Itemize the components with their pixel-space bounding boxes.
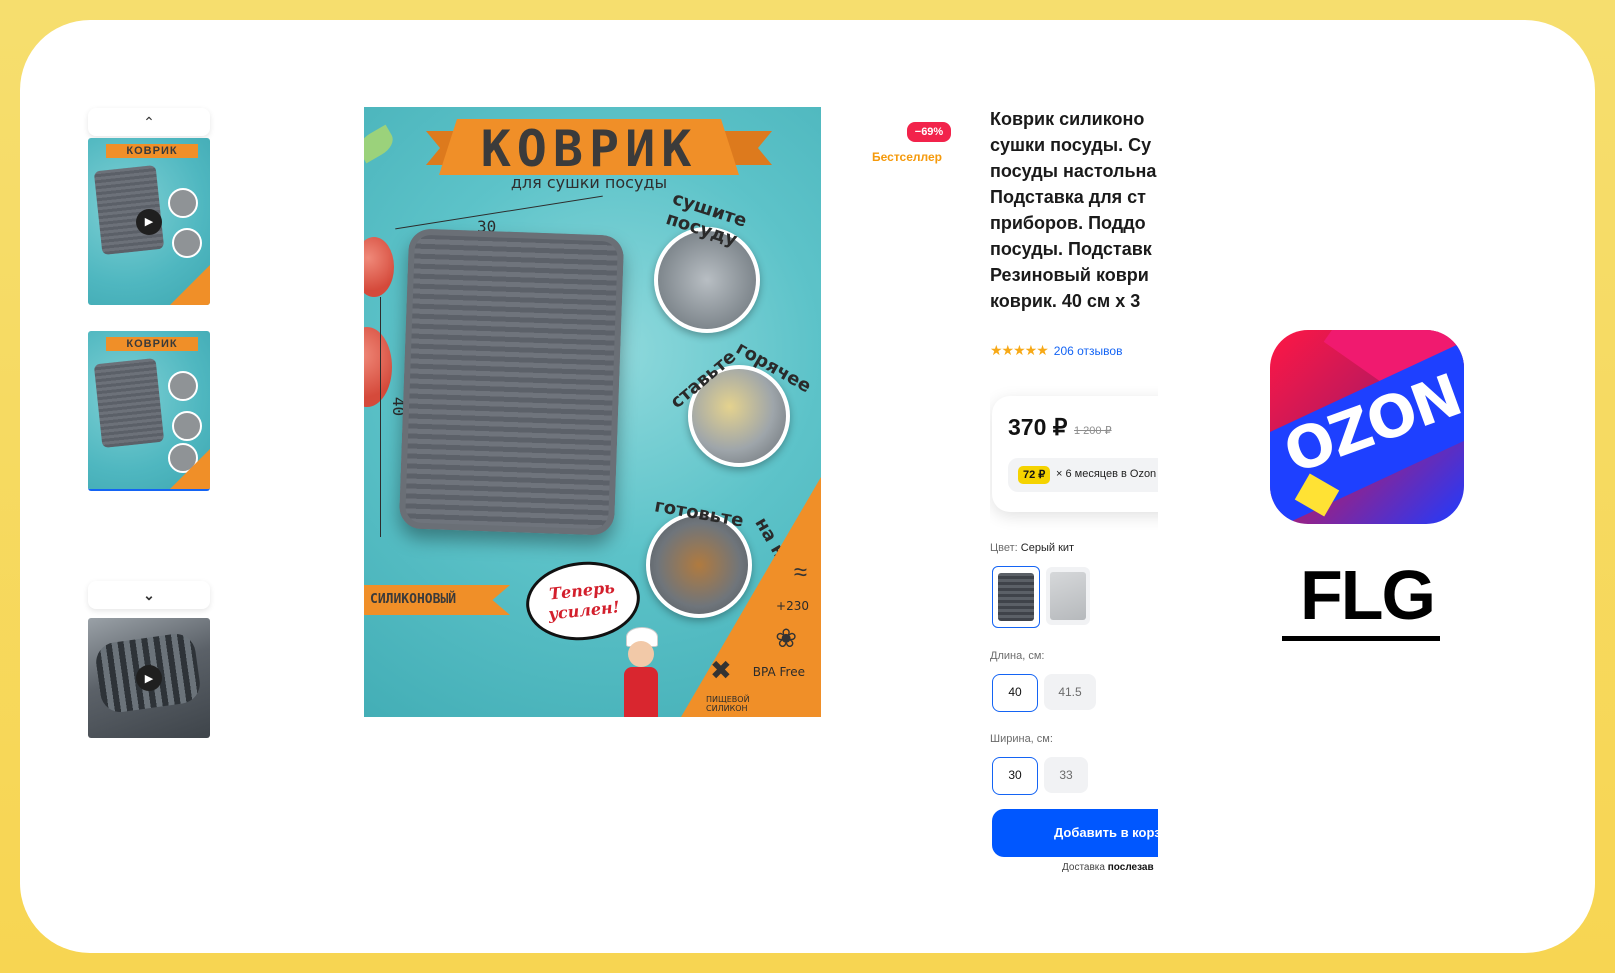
color-value: Серый кит xyxy=(1020,542,1075,554)
gallery-down-button[interactable]: ⌄ xyxy=(88,581,210,609)
chevron-up-icon: ⌃ xyxy=(143,113,155,130)
star-rating-icon: ★★★★★ xyxy=(990,342,1049,358)
color-label: Цвет: Серый кит xyxy=(990,542,1075,554)
food-silicone-label: ПИЩЕВОЙ СИЛИКОН xyxy=(706,695,750,713)
poster-title: КОВРИК xyxy=(480,120,698,178)
title-line: посуды. Подставк xyxy=(990,239,1152,259)
color-swatch-grey[interactable] xyxy=(992,566,1040,628)
current-price: 370 ₽ xyxy=(1008,414,1068,440)
silicone-mat xyxy=(398,228,625,536)
gallery-up-button[interactable]: ⌃ xyxy=(88,108,210,136)
price-card: 370 ₽ 1 200 ₽ 72 ₽ × 6 месяцев в Ozon xyxy=(992,396,1158,512)
food-safe-icon: ✖ xyxy=(710,655,732,685)
installment-amount: 72 ₽ xyxy=(1018,466,1051,484)
ozon-logo: OZON xyxy=(1270,330,1464,524)
temp-label: +230 xyxy=(776,599,809,613)
width-option-33[interactable]: 33 xyxy=(1044,757,1088,793)
product-title: Коврик силиконо сушки посуды. Су посуды … xyxy=(990,106,1158,314)
play-icon: ▶ xyxy=(136,665,162,691)
length-option-41-5[interactable]: 41.5 xyxy=(1044,674,1096,710)
poster-subtitle: для сушки посуды xyxy=(510,173,668,192)
chevron-down-icon: ⌄ xyxy=(143,586,155,603)
old-price: 1 200 ₽ xyxy=(1074,425,1112,437)
flg-watermark: FLG xyxy=(1300,556,1436,634)
title-line: посуды настольна xyxy=(990,161,1157,181)
length-label: Длина, см: xyxy=(990,650,1045,662)
length-option-40[interactable]: 40 xyxy=(992,674,1038,712)
flg-underline xyxy=(1282,636,1440,641)
thumbnail-video-3[interactable]: ▶ xyxy=(88,618,210,738)
leaf-icon: ❀ xyxy=(775,623,797,653)
title-line: Подставка для ст xyxy=(990,187,1146,207)
product-panel: Коврик силиконо сушки посуды. Су посуды … xyxy=(990,100,1158,880)
thumb-ribbon: КОВРИК xyxy=(106,337,198,351)
title-line: Коврик силиконо xyxy=(990,109,1145,129)
rating-row[interactable]: ★★★★★ 206 отзывов xyxy=(990,342,1122,359)
width-label: Ширина, см: xyxy=(990,733,1053,745)
screenshot-card: ⌃ КОВРИК ▶ КОВРИК ⌄ ▶ КОВРИК для сушки п… xyxy=(20,20,1595,953)
delivery-date: послезав xyxy=(1107,862,1154,873)
play-icon: ▶ xyxy=(136,208,162,235)
color-swatch-light[interactable] xyxy=(1046,567,1090,625)
discount-badge: −69% xyxy=(907,122,951,142)
delivery-info: Доставка послезав xyxy=(1062,862,1154,873)
title-line: коврик. 40 см х 3 xyxy=(990,291,1141,311)
thumb-ribbon: КОВРИК xyxy=(106,144,198,158)
bestseller-badge: Бестселлер xyxy=(872,150,942,164)
installment-text: × 6 месяцев в Ozon xyxy=(1056,468,1157,480)
add-to-cart-button[interactable]: Добавить в корз xyxy=(992,809,1158,857)
silicone-tag: СИЛИКОНОВЫЙ xyxy=(364,585,510,615)
thumbnail-image-2[interactable]: КОВРИК xyxy=(88,331,210,491)
installment-row[interactable]: 72 ₽ × 6 месяцев в Ozon xyxy=(1008,458,1158,492)
reviews-link[interactable]: 206 отзывов xyxy=(1054,344,1123,358)
chef-illustration xyxy=(618,627,664,717)
bpa-label: BPA Free xyxy=(752,665,805,679)
thumbnail-video-1[interactable]: КОВРИК ▶ xyxy=(88,138,210,305)
title-line: Резиновый коври xyxy=(990,265,1149,285)
title-line: приборов. Поддо xyxy=(990,213,1146,233)
heat-icon: ≈ xyxy=(793,559,807,586)
main-product-image[interactable]: КОВРИК для сушки посуды 30 40 сушите пос… xyxy=(364,107,821,717)
width-option-30[interactable]: 30 xyxy=(992,757,1038,795)
title-line: сушки посуды. Су xyxy=(990,135,1152,155)
